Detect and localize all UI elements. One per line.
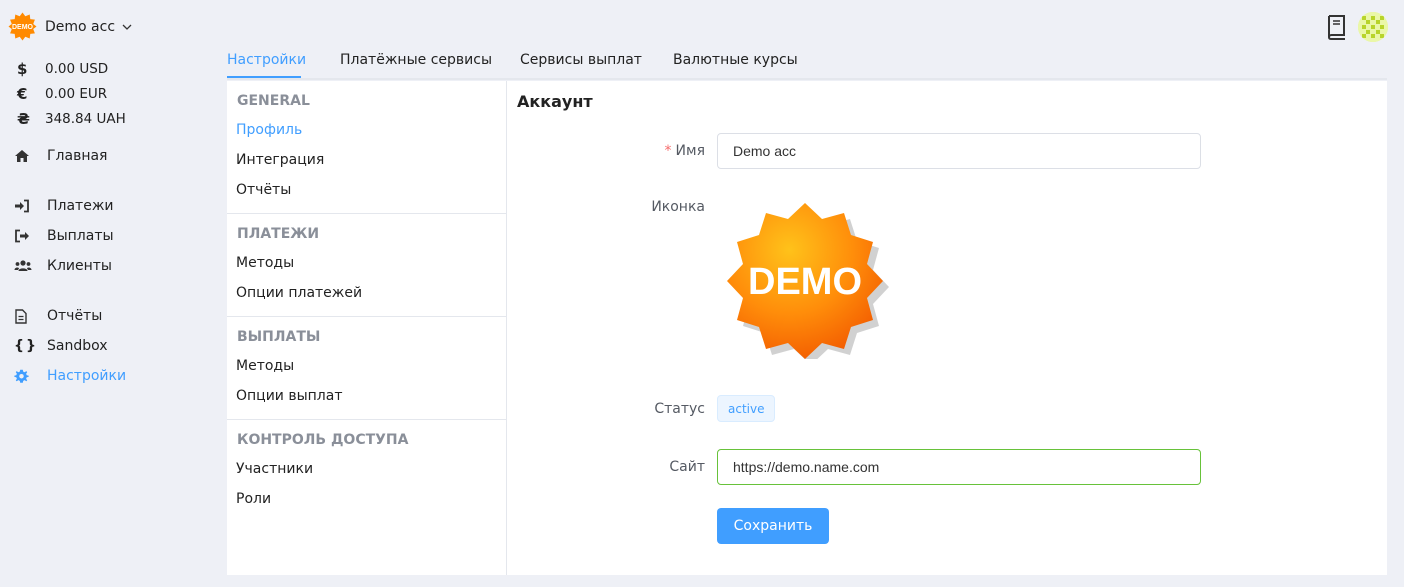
nav-item-sandbox[interactable]: {} Sandbox [14,331,204,361]
menu-item-integration[interactable]: Интеграция [227,145,506,175]
hryvnia-icon: ₴ [17,109,30,128]
book-icon[interactable] [1326,14,1348,40]
balance-value: 0.00 USD [45,60,109,77]
required-asterisk: * [664,143,672,159]
menu-item-reports[interactable]: Отчёты [227,175,506,205]
menu-item-members[interactable]: Участники [227,454,506,484]
form-row-status: Статус active [507,395,1387,422]
form-row-site: Сайт https://demo.name.com [507,449,1387,485]
menu-item-profile[interactable]: Профиль [227,115,506,145]
account-icon-image[interactable]: DEMO [725,197,901,359]
name-input[interactable]: Demo acc [717,133,1201,169]
gear-icon [14,369,47,384]
nav-label: Выплаты [47,228,114,244]
svg-text:DEMO: DEMO [748,261,862,303]
nav-item-payments[interactable]: Платежи [14,191,204,221]
home-icon [14,149,47,163]
balance-eur: € 0.00 EUR [15,81,126,106]
form-row-name: * Имя Demo acc [507,133,1387,169]
menu-group-access: КОНТРОЛЬ ДОСТУПА Участники Роли [227,420,506,522]
menu-item-payout-options[interactable]: Опции выплат [227,381,506,411]
nav-label: Главная [47,148,108,164]
balance-value: 0.00 EUR [45,85,108,102]
nav-group-tools: Отчёты {} Sandbox Настройки [14,301,204,391]
menu-item-roles[interactable]: Роли [227,484,506,514]
nav-item-settings[interactable]: Настройки [14,361,204,391]
dollar-icon: $ [17,59,28,78]
balance-value: 348.84 UAH [45,110,126,127]
nav-label: Настройки [47,368,127,384]
page-title: Аккаунт [517,92,593,111]
euro-icon: € [17,84,28,103]
account-form-panel: Аккаунт * Имя Demo acc Иконка DEMO Статус… [507,81,1387,575]
site-label: Сайт [669,459,705,475]
menu-group-general: GENERAL Профиль Интеграция Отчёты [227,81,506,214]
tab-currency-rates[interactable]: Валютные курсы [673,52,798,68]
menu-item-payment-options[interactable]: Опции платежей [227,278,506,308]
site-input[interactable]: https://demo.name.com [717,449,1201,485]
menu-group-title: GENERAL [237,93,310,109]
menu-group-title: КОНТРОЛЬ ДОСТУПА [237,432,409,448]
nav-group-operations: Платежи Выплаты Клиенты [14,191,204,281]
account-logo-icon: DEMO [8,12,37,41]
status-badge: active [717,395,776,422]
user-avatar[interactable] [1358,12,1388,42]
form-row-icon: Иконка [507,199,1387,215]
settings-menu: GENERAL Профиль Интеграция Отчёты ПЛАТЕЖ… [227,81,507,575]
balances: $ 0.00 USD € 0.00 EUR ₴ 348.84 UAH [15,56,126,131]
sign-in-icon [14,199,47,213]
active-tab-indicator [227,76,301,78]
menu-item-payout-methods[interactable]: Методы [227,351,506,381]
menu-group-title: ВЫПЛАТЫ [237,329,321,345]
nav-item-payouts[interactable]: Выплаты [14,221,204,251]
menu-group-title: ПЛАТЕЖИ [237,226,320,242]
nav-label: Клиенты [47,258,112,274]
tab-payment-services[interactable]: Платёжные сервисы [340,52,492,68]
top-toolbar [1326,12,1388,42]
sign-out-icon [14,229,47,243]
balance-uah: ₴ 348.84 UAH [15,106,126,131]
settings-tabs: Настройки Платёжные сервисы Сервисы выпл… [227,42,1387,80]
nav-item-clients[interactable]: Клиенты [14,251,204,281]
name-label-text: Имя [675,143,705,159]
nav-label: Платежи [47,198,114,214]
nav-label: Отчёты [47,308,103,324]
tab-payout-services[interactable]: Сервисы выплат [520,52,642,68]
save-button[interactable]: Сохранить [717,508,829,544]
account-name: Demo acc [45,18,116,35]
icon-label: Иконка [651,199,705,215]
menu-group-payouts: ВЫПЛАТЫ Методы Опции выплат [227,317,506,420]
status-label: Статус [654,400,705,417]
nav-label: Sandbox [47,338,108,354]
nav-group-main: Главная [14,141,204,171]
tab-settings[interactable]: Настройки [227,52,306,68]
nav-item-reports[interactable]: Отчёты [14,301,204,331]
sidebar: DEMO Demo acc $ 0.00 USD € 0.00 EUR ₴ 34… [0,0,210,587]
name-label: * Имя [507,143,705,159]
menu-group-payments: ПЛАТЕЖИ Методы Опции платежей [227,214,506,317]
svg-text:DEMO: DEMO [12,24,34,31]
file-text-icon [14,308,47,324]
curly-braces-icon: {} [14,338,38,354]
nav-item-home[interactable]: Главная [14,141,204,171]
balance-usd: $ 0.00 USD [15,56,126,81]
users-icon [14,259,47,273]
account-switcher[interactable]: DEMO Demo acc [8,12,133,41]
chevron-down-icon [122,24,132,30]
menu-item-payment-methods[interactable]: Методы [227,248,506,278]
